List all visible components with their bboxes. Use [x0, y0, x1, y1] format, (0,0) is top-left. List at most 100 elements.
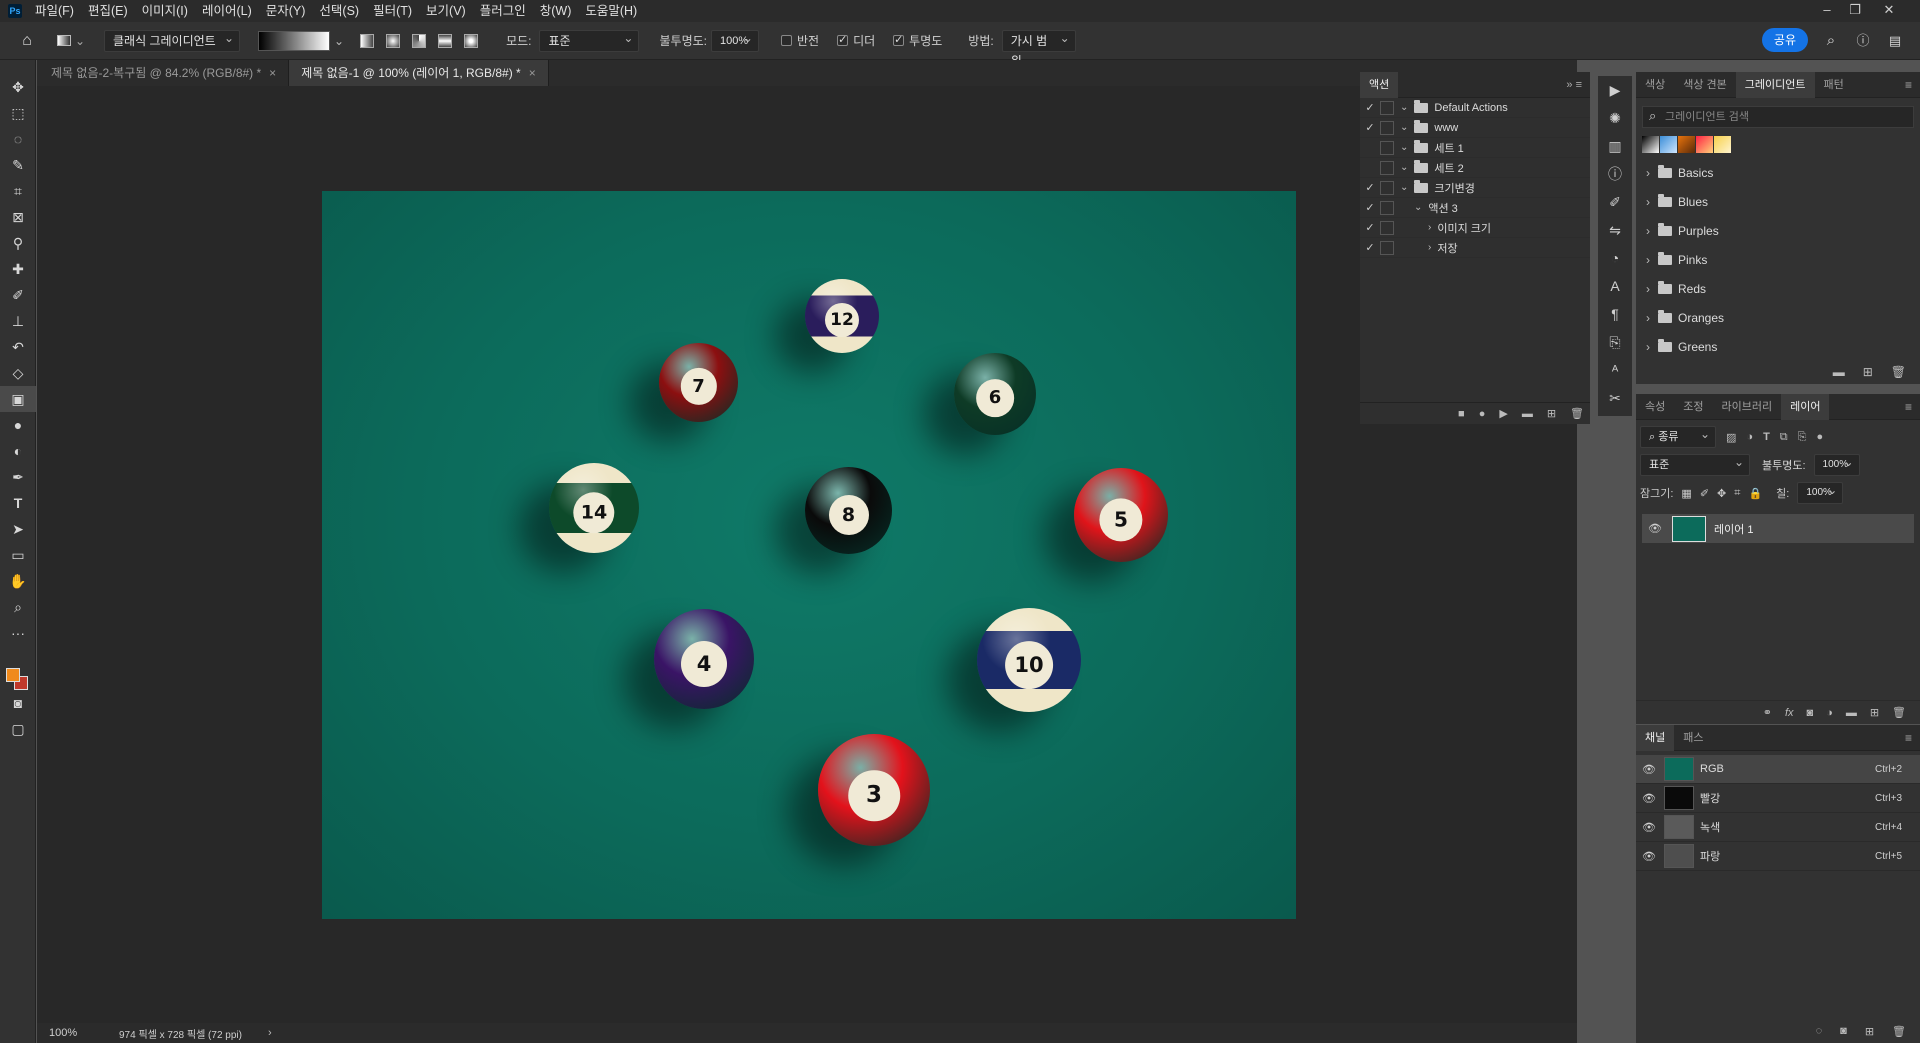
dialog-toggle-box[interactable]	[1380, 240, 1394, 255]
action-row[interactable]: ⌄ 세트 2	[1360, 158, 1590, 178]
tab-color[interactable]: 색상	[1636, 72, 1674, 98]
tab-adjustments[interactable]: 조정	[1674, 394, 1712, 420]
save-selection-icon[interactable]: ◙	[1840, 1025, 1847, 1037]
gradient-type-dropdown[interactable]: 클래식 그레이디언트	[104, 28, 240, 52]
radial-gradient-icon[interactable]	[382, 30, 404, 52]
type-tool-icon[interactable]: T	[0, 490, 36, 516]
minimize-icon[interactable]: –	[1814, 0, 1840, 22]
screen-mode-icon[interactable]: ▢	[0, 716, 36, 742]
trash-icon[interactable]: 🗑	[1891, 365, 1906, 379]
mode-dropdown[interactable]: 표준	[539, 28, 640, 52]
stop-icon[interactable]: ■	[1458, 408, 1465, 420]
action-row[interactable]: ⌄ 세트 1	[1360, 138, 1590, 158]
transparency-checkbox[interactable]	[893, 33, 905, 46]
dialog-toggle-box[interactable]	[1380, 140, 1394, 155]
restore-icon[interactable]: ❐	[1842, 0, 1868, 22]
visibility-eye-icon[interactable]: 👁	[1646, 522, 1664, 535]
filter-adjustment-icon[interactable]: ◑	[1746, 431, 1753, 443]
chevron-right-icon[interactable]: ›	[1646, 282, 1650, 296]
history-brush-tool-icon[interactable]: ↶	[0, 334, 36, 360]
dialog-toggle-box[interactable]	[1380, 100, 1394, 115]
new-group-icon[interactable]: ▬	[1833, 365, 1845, 379]
close-tab-icon[interactable]: ×	[529, 66, 536, 80]
zoom-tool-icon[interactable]: ⌕	[0, 594, 36, 620]
menu-help[interactable]: 도움말(H)	[578, 0, 644, 22]
dialog-toggle-box[interactable]	[1380, 200, 1394, 215]
filter-type-icon[interactable]: T	[1763, 431, 1770, 443]
layer-row[interactable]: 👁 레이어 1	[1642, 514, 1914, 543]
panel-menu-icon[interactable]: ≡	[1905, 731, 1912, 745]
action-row[interactable]: ✓ ⌄ 액션 3	[1360, 198, 1590, 218]
tab-libraries[interactable]: 라이브러리	[1713, 394, 1782, 420]
chevron-right-icon[interactable]: ›	[1646, 224, 1650, 238]
chevron-down-icon[interactable]: ⌄	[1400, 122, 1408, 133]
tab-properties[interactable]: 속성	[1636, 394, 1674, 420]
menu-type[interactable]: 문자(Y)	[259, 0, 313, 22]
info-icon[interactable]: ⓘ	[1598, 160, 1632, 188]
action-row[interactable]: ✓ ⌄ www	[1360, 118, 1590, 138]
histogram-icon[interactable]: ▥	[1598, 132, 1632, 160]
new-layer-icon[interactable]: ⊞	[1870, 706, 1879, 719]
gradient-search-input[interactable]: 그레이디언트 검색	[1642, 106, 1914, 128]
healing-brush-tool-icon[interactable]: ✚	[0, 256, 36, 282]
tool-preset-picker[interactable]: ⌄	[56, 30, 86, 52]
panel-menu-icon[interactable]: ≡	[1905, 400, 1912, 414]
brush-tool-icon[interactable]: ✐	[0, 282, 36, 308]
chevron-down-icon[interactable]: ⌄	[334, 34, 344, 48]
move-tool-icon[interactable]: ✥	[0, 74, 36, 100]
brush-settings-icon[interactable]: ⇋	[1598, 216, 1632, 244]
menu-image[interactable]: 이미지(I)	[135, 0, 195, 22]
hand-tool-icon[interactable]: ✋	[0, 568, 36, 594]
dialog-toggle-box[interactable]	[1380, 220, 1394, 235]
quick-mask-icon[interactable]: ◙	[0, 690, 36, 716]
chevron-right-icon[interactable]: ⌄	[1414, 202, 1422, 213]
trash-icon[interactable]: 🗑	[1892, 1025, 1906, 1038]
gradient-picker[interactable]	[258, 30, 330, 51]
actions-play-icon[interactable]: ▶	[1598, 76, 1632, 104]
action-toggle-checkbox[interactable]: ✓	[1360, 181, 1380, 194]
character-icon[interactable]: A	[1598, 272, 1632, 300]
dialog-toggle-box[interactable]	[1380, 120, 1394, 135]
tab-layers[interactable]: 레이어	[1781, 393, 1830, 420]
dodge-tool-icon[interactable]: ◐	[0, 438, 36, 464]
fx-icon[interactable]: fx	[1785, 707, 1794, 719]
reflected-gradient-icon[interactable]	[434, 30, 456, 52]
gradient-swatch[interactable]	[1660, 136, 1677, 153]
visibility-eye-icon[interactable]: 👁	[1640, 850, 1658, 863]
chevron-right-icon[interactable]: ›	[1646, 166, 1650, 180]
gradient-swatch[interactable]	[1714, 136, 1731, 153]
path-select-tool-icon[interactable]: ➤	[0, 516, 36, 542]
new-channel-icon[interactable]: ⊞	[1865, 1025, 1874, 1038]
load-selection-icon[interactable]: ◌	[1816, 1025, 1823, 1037]
record-icon[interactable]: ●	[1479, 408, 1486, 420]
add-mask-icon[interactable]: ◙	[1807, 707, 1814, 719]
channel-row-blue[interactable]: 👁 파랑 Ctrl+5	[1636, 842, 1920, 871]
eraser-tool-icon[interactable]: ◇	[0, 360, 36, 386]
filter-toggle-icon[interactable]: ●	[1816, 431, 1823, 443]
layer-name[interactable]: 레이어 1	[1714, 521, 1754, 537]
eyedropper-tool-icon[interactable]: ⚲	[0, 230, 36, 256]
gradient-folder-row[interactable]: › Purples	[1636, 216, 1920, 245]
help-icon[interactable]: ⓘ	[1852, 30, 1874, 52]
link-layers-icon[interactable]: ⚭	[1763, 706, 1772, 719]
trash-icon[interactable]: 🗑	[1570, 407, 1584, 420]
opacity-input[interactable]: 100%	[710, 28, 759, 52]
chevron-down-icon[interactable]: ⌄	[1400, 162, 1408, 173]
glyphs-icon[interactable]: ⎘	[1598, 328, 1632, 356]
menu-select[interactable]: 선택(S)	[312, 0, 366, 22]
chevron-right-icon[interactable]: ›	[1646, 253, 1650, 267]
dialog-toggle-box[interactable]	[1380, 180, 1394, 195]
new-set-icon[interactable]: ▬	[1522, 408, 1533, 420]
adjustment-layer-icon[interactable]: ◑	[1826, 707, 1833, 719]
action-toggle-checkbox[interactable]: ✓	[1360, 121, 1380, 134]
chevron-right-icon[interactable]: ›	[1646, 311, 1650, 325]
lasso-tool-icon[interactable]: ◌	[0, 126, 36, 152]
tab-channels[interactable]: 채널	[1636, 724, 1675, 751]
character-styles-icon[interactable]: ᴬ	[1598, 356, 1632, 384]
adjustments-icon[interactable]: ✺	[1598, 104, 1632, 132]
frame-tool-icon[interactable]: ⊠	[0, 204, 36, 230]
action-row[interactable]: ✓ › 저장	[1360, 238, 1590, 258]
quick-select-tool-icon[interactable]: ✎	[0, 152, 36, 178]
gradient-folder-row[interactable]: › Reds	[1636, 274, 1920, 303]
tab-document-1[interactable]: 제목 없음-1 @ 100% (레이어 1, RGB/8#) * ×	[289, 60, 549, 86]
